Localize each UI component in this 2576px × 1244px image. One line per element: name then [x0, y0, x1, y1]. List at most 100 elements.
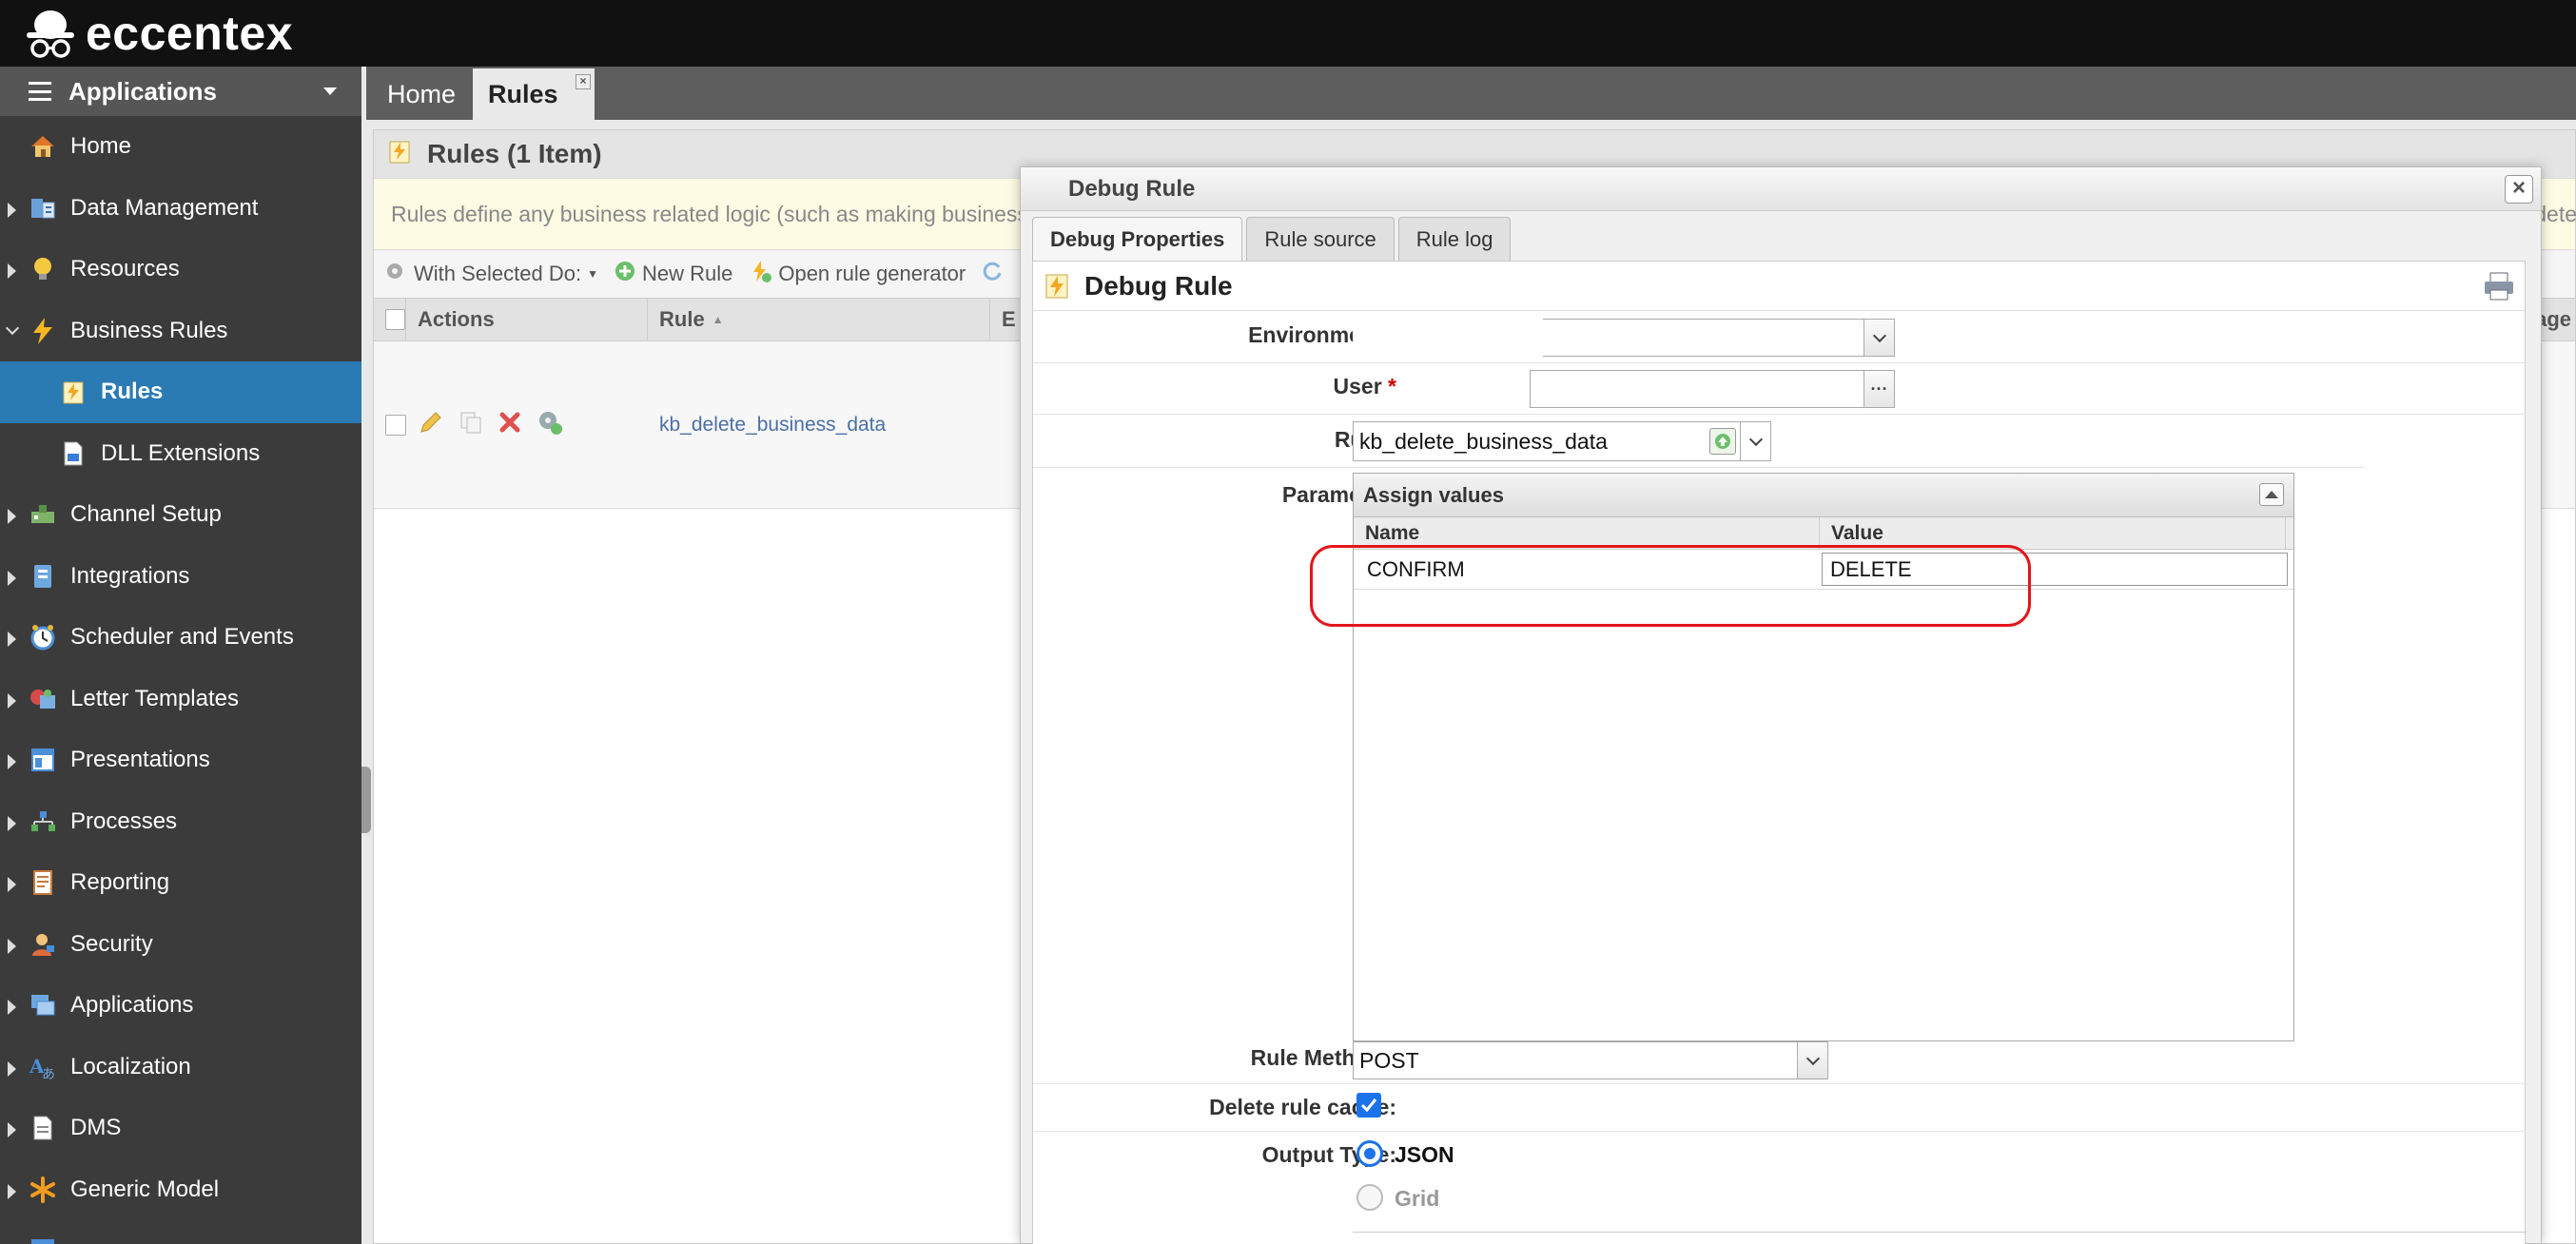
sidebar-header[interactable]: Applications: [0, 67, 361, 116]
copy-icon[interactable]: [458, 409, 484, 441]
new-rule-button[interactable]: New Rule: [614, 260, 732, 288]
sidebar-item-dms[interactable]: DMS: [0, 1098, 361, 1159]
tab-debug-properties[interactable]: Debug Properties: [1032, 217, 1243, 261]
refresh-icon[interactable]: [981, 260, 1004, 288]
expand-arrow-icon[interactable]: [8, 1000, 16, 1015]
sidebar-item-applications[interactable]: Applications: [0, 975, 361, 1037]
sidebar-item-partial[interactable]: [0, 1220, 361, 1244]
sidebar-item-security[interactable]: Security: [0, 914, 361, 976]
row-rule-name[interactable]: kb_delete_business_data: [648, 341, 990, 508]
expand-arrow-icon[interactable]: [8, 754, 16, 769]
chevron-down-icon: [1748, 432, 1763, 446]
sidebar-item-data-management[interactable]: Data Management: [0, 178, 361, 240]
edit-icon[interactable]: [418, 409, 444, 441]
user-picker-button[interactable]: ···: [1864, 371, 1894, 407]
sidebar-item-label: Generic Model: [70, 1176, 220, 1202]
sidebar-item-integrations[interactable]: Integrations: [0, 546, 361, 608]
column-rule[interactable]: Rule ▲: [648, 299, 990, 340]
user-security-icon: [29, 930, 57, 959]
sidebar-item-resources[interactable]: Resources: [0, 239, 361, 301]
collapse-arrow-icon[interactable]: [5, 321, 20, 335]
tab-rule-log[interactable]: Rule log: [1397, 217, 1512, 261]
gears-icon: [385, 260, 408, 288]
debug-icon[interactable]: [536, 408, 564, 442]
expand-arrow-icon[interactable]: [8, 509, 16, 524]
open-rule-generator-button[interactable]: Open rule generator: [748, 259, 966, 289]
sidebar-item-channel-setup[interactable]: Channel Setup: [0, 484, 361, 546]
expand-arrow-icon[interactable]: [8, 815, 16, 831]
expand-arrow-icon[interactable]: [8, 202, 16, 218]
user-label: User *: [1334, 374, 1397, 399]
row-checkbox[interactable]: [385, 414, 406, 436]
with-selected-label: With Selected Do:: [414, 262, 582, 285]
rule-dropdown-button[interactable]: [1740, 422, 1770, 460]
row-divider: [1353, 1232, 2527, 1233]
expand-arrow-icon[interactable]: [8, 570, 16, 586]
sidebar-item-generic-model[interactable]: Generic Model: [0, 1159, 361, 1221]
rule-method-select[interactable]: POST: [1353, 1041, 1828, 1079]
print-icon[interactable]: [2483, 271, 2515, 301]
hat-glasses-icon: [25, 6, 76, 61]
close-dialog-button[interactable]: ×: [2505, 175, 2533, 204]
triangle-up-icon: [2265, 491, 2278, 498]
rule-lightning-icon: [59, 378, 88, 406]
menu-icon: [29, 82, 51, 101]
row-divider: [1033, 1131, 2527, 1132]
dialog-titlebar[interactable]: Debug Rule ×: [1021, 167, 2541, 211]
partial-icon: [29, 1225, 57, 1244]
tab-label: Home: [387, 79, 457, 108]
select-all-checkbox[interactable]: [385, 309, 405, 330]
sidebar-item-localization[interactable]: Aあ Localization: [0, 1037, 361, 1098]
sidebar-item-reporting[interactable]: Reporting: [0, 852, 361, 914]
tab-rule-source[interactable]: Rule source: [1246, 217, 1395, 261]
sidebar-collapse-handle[interactable]: [361, 767, 371, 833]
expand-arrow-icon[interactable]: [8, 263, 16, 279]
rule-select[interactable]: kb_delete_business_data: [1353, 421, 1771, 461]
dms-icon: [29, 1114, 57, 1142]
with-selected-button[interactable]: With Selected Do: ▼: [385, 260, 598, 288]
localization-icon: Aあ: [29, 1053, 57, 1081]
sidebar-item-home[interactable]: Home: [0, 116, 361, 178]
environment-dropdown-button[interactable]: [1864, 320, 1894, 356]
column-actions[interactable]: Actions: [406, 299, 648, 340]
sidebar-item-dll-extensions[interactable]: DLL Extensions: [0, 423, 361, 485]
user-field[interactable]: ···: [1530, 370, 1895, 408]
expand-arrow-icon[interactable]: [8, 692, 16, 709]
expand-arrow-icon[interactable]: [8, 1060, 16, 1077]
header-select-all[interactable]: [374, 299, 406, 340]
sidebar-item-label: Security: [70, 930, 153, 957]
rules-icon: [387, 138, 414, 171]
expand-arrow-icon[interactable]: [8, 1183, 16, 1199]
go-up-icon[interactable]: [1709, 428, 1736, 455]
caret-down-icon: ▼: [587, 267, 598, 281]
expand-arrow-icon[interactable]: [8, 938, 16, 954]
tab-home[interactable]: Home: [372, 68, 471, 120]
expand-arrow-icon[interactable]: [8, 1122, 16, 1137]
sidebar-item-business-rules[interactable]: Business Rules: [0, 301, 361, 362]
process-icon: [29, 807, 57, 836]
sidebar-item-rules[interactable]: Rules: [0, 361, 361, 423]
expand-arrow-icon[interactable]: [8, 877, 16, 892]
expand-arrow-icon[interactable]: [8, 632, 16, 647]
sidebar-item-scheduler-and-events[interactable]: Scheduler and Events: [0, 607, 361, 669]
environment-select[interactable]: [1530, 319, 1895, 357]
row-select[interactable]: [374, 341, 406, 508]
sidebar-item-label: Reporting: [70, 869, 170, 896]
output-grid-radio[interactable]: [1356, 1184, 1383, 1211]
close-tab-icon[interactable]: ×: [576, 74, 591, 89]
output-json-radio[interactable]: [1356, 1140, 1383, 1167]
collapse-panel-button[interactable]: [2259, 483, 2284, 506]
sidebar-item-label: Presentations: [70, 747, 210, 773]
rule-method-dropdown-button[interactable]: [1797, 1042, 1827, 1079]
output-json-label[interactable]: JSON: [1395, 1142, 1454, 1168]
sidebar-item-letter-templates[interactable]: Letter Templates: [0, 669, 361, 730]
sidebar-item-processes[interactable]: Processes: [0, 791, 361, 853]
tab-rules[interactable]: Rules ×: [473, 68, 595, 120]
required-mark: *: [1388, 374, 1396, 398]
sidebar-item-presentations[interactable]: Presentations: [0, 729, 361, 791]
output-grid-label[interactable]: Grid: [1395, 1186, 1439, 1212]
delete-cache-checkbox[interactable]: [1356, 1093, 1381, 1118]
brand-logo[interactable]: eccentex: [25, 6, 293, 61]
asterisk-icon: [29, 1176, 57, 1204]
delete-icon[interactable]: [498, 410, 522, 440]
